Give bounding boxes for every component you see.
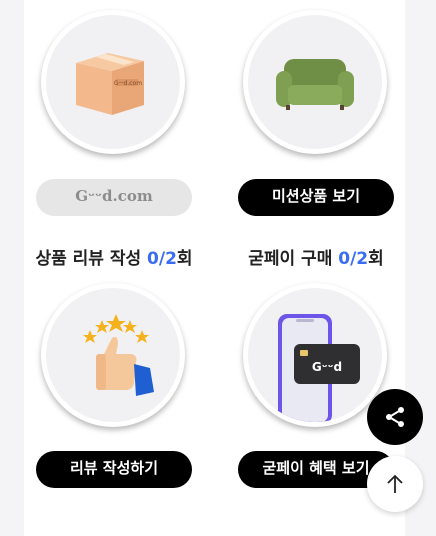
review-title-text: 상품 리뷰 작성 <box>35 249 148 269</box>
mission-image-sofa <box>243 10 387 154</box>
thumbs-up-stars-icon <box>83 314 154 396</box>
box-logo: Gᵕᵕd.com <box>114 80 142 87</box>
mission-image-box: Gᵕᵕd.com <box>41 10 185 154</box>
goodpay-count: 0/2 <box>338 249 369 269</box>
share-button[interactable] <box>367 389 423 445</box>
arrow-up-icon <box>387 474 403 493</box>
goodpay-mission-title: 굳페이 구매 0/2회 <box>226 244 406 269</box>
write-review-button[interactable]: 리뷰 작성하기 <box>36 451 192 488</box>
review-count: 0/2 <box>147 249 177 269</box>
share-icon <box>386 407 404 427</box>
scroll-top-button[interactable] <box>367 456 423 512</box>
box-icon: Gᵕᵕd.com <box>76 53 144 115</box>
goodpay-title-text: 굳페이 구매 <box>248 249 339 269</box>
good-com-button[interactable]: Gᵕᵕd.com <box>36 179 192 216</box>
sofa-icon <box>276 59 354 110</box>
card-logo: Gᵕᵕd <box>312 360 342 374</box>
goodpay-title-suffix: 회 <box>368 249 384 269</box>
mission-product-button[interactable]: 미션상품 보기 <box>238 179 394 216</box>
phone-card-icon: Gᵕᵕd <box>278 314 360 422</box>
mission-panel: Gᵕᵕd.com Gᵕᵕd.com 미션상품 보기 상품 리뷰 작성 0/2회 … <box>24 0 405 536</box>
mission-image-goodpay: Gᵕᵕd <box>243 283 387 427</box>
mission-image-review <box>41 283 185 427</box>
good-com-label: Gᵕᵕd.com <box>75 187 153 205</box>
review-mission-title: 상품 리뷰 작성 0/2회 <box>24 244 204 269</box>
review-title-suffix: 회 <box>176 249 193 269</box>
